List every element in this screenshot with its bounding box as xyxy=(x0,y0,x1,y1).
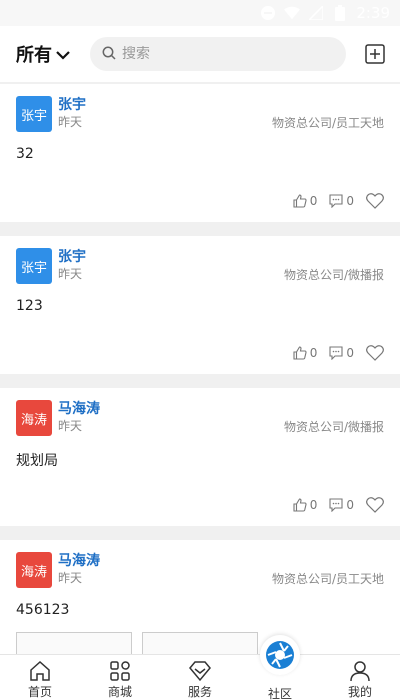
search-input[interactable] xyxy=(122,46,334,62)
plus-square-icon xyxy=(365,44,385,64)
post-source: 物资总公司/员工天地 xyxy=(271,572,384,586)
comment-icon xyxy=(329,498,343,512)
wifi-icon xyxy=(284,5,301,21)
thumbs-up-icon xyxy=(293,498,307,512)
like-count: 0 xyxy=(309,346,318,360)
post-image-thumbnail[interactable] xyxy=(16,632,132,654)
heart-icon xyxy=(366,193,384,209)
tab-label: 服务 xyxy=(187,685,212,699)
comment-icon xyxy=(329,194,343,208)
comment-count: 0 xyxy=(346,346,354,360)
home-icon xyxy=(28,659,52,683)
post-content: 456123 xyxy=(16,602,70,618)
like-button[interactable]: 0 xyxy=(293,346,318,360)
clock: 2:39 xyxy=(356,4,390,22)
thumbs-up-icon xyxy=(293,194,307,208)
post-card[interactable]: 海涛 马海涛 昨天 物资总公司/微播报 规划局 0 0 xyxy=(0,388,400,526)
post-time: 昨天 xyxy=(58,571,83,585)
like-count: 0 xyxy=(309,498,318,512)
tab-service[interactable]: 服务 xyxy=(160,655,240,700)
bottom-tab-bar: 首页 商城 服务 社区 我的 xyxy=(0,635,400,700)
favorite-button[interactable] xyxy=(366,193,384,209)
battery-icon xyxy=(332,5,348,21)
tab-profile[interactable]: 我的 xyxy=(320,655,400,700)
comment-button[interactable]: 0 xyxy=(329,194,354,208)
search-icon xyxy=(102,45,116,64)
avatar[interactable]: 张宇 xyxy=(16,248,52,284)
status-bar: 2:39 xyxy=(0,0,400,26)
community-fab[interactable] xyxy=(260,635,300,675)
post-time: 昨天 xyxy=(58,115,83,129)
heart-icon xyxy=(366,497,384,513)
top-bar: 所有 xyxy=(0,26,400,82)
post-feed[interactable]: 张宇 张宇 昨天 物资总公司/员工天地 32 0 0 张宇 张宇 昨天 物资总公… xyxy=(0,84,400,654)
author-name[interactable]: 张宇 xyxy=(58,96,86,114)
filter-dropdown[interactable]: 所有 xyxy=(16,41,90,67)
search-box[interactable] xyxy=(90,37,346,71)
post-time: 昨天 xyxy=(58,419,83,433)
post-card[interactable]: 张宇 张宇 昨天 物资总公司/微播报 123 0 0 xyxy=(0,236,400,374)
add-post-button[interactable] xyxy=(364,43,386,65)
tab-label: 商城 xyxy=(107,685,132,699)
filter-label: 所有 xyxy=(16,45,52,66)
thumbs-up-icon xyxy=(293,346,307,360)
grid-icon xyxy=(108,659,132,683)
do-not-disturb-icon xyxy=(260,5,276,21)
like-count: 0 xyxy=(309,194,318,208)
diamond-icon xyxy=(188,659,212,683)
avatar[interactable]: 张宇 xyxy=(16,96,52,132)
favorite-button[interactable] xyxy=(366,345,384,361)
tab-label: 社区 xyxy=(267,687,292,700)
author-name[interactable]: 马海涛 xyxy=(58,552,100,570)
like-button[interactable]: 0 xyxy=(293,498,318,512)
tab-label: 我的 xyxy=(347,685,372,699)
post-content: 规划局 xyxy=(16,453,58,469)
post-content: 32 xyxy=(16,146,34,162)
post-source: 物资总公司/员工天地 xyxy=(271,116,384,130)
post-card[interactable]: 海涛 马海涛 昨天 物资总公司/员工天地 456123 xyxy=(0,540,400,654)
post-image-thumbnail[interactable] xyxy=(142,632,258,654)
avatar[interactable]: 海涛 xyxy=(16,552,52,588)
heart-icon xyxy=(366,345,384,361)
comment-count: 0 xyxy=(346,194,354,208)
chevron-down-icon xyxy=(56,44,70,65)
user-icon xyxy=(348,659,372,683)
tab-community[interactable]: 社区 xyxy=(240,635,320,700)
author-name[interactable]: 马海涛 xyxy=(58,400,100,418)
comment-button[interactable]: 0 xyxy=(329,498,354,512)
favorite-button[interactable] xyxy=(366,497,384,513)
post-time: 昨天 xyxy=(58,267,83,281)
like-button[interactable]: 0 xyxy=(293,194,318,208)
tab-label: 首页 xyxy=(27,685,52,699)
comment-button[interactable]: 0 xyxy=(329,346,354,360)
post-source: 物资总公司/微播报 xyxy=(283,420,384,434)
avatar[interactable]: 海涛 xyxy=(16,400,52,436)
comment-count: 0 xyxy=(346,498,354,512)
aperture-icon xyxy=(266,641,294,669)
post-source: 物资总公司/微播报 xyxy=(283,268,384,282)
comment-icon xyxy=(329,346,343,360)
author-name[interactable]: 张宇 xyxy=(58,248,86,266)
post-content: 123 xyxy=(16,298,43,314)
no-signal-icon xyxy=(308,5,324,21)
tab-home[interactable]: 首页 xyxy=(0,655,80,700)
tab-mall[interactable]: 商城 xyxy=(80,655,160,700)
post-card[interactable]: 张宇 张宇 昨天 物资总公司/员工天地 32 0 0 xyxy=(0,84,400,222)
